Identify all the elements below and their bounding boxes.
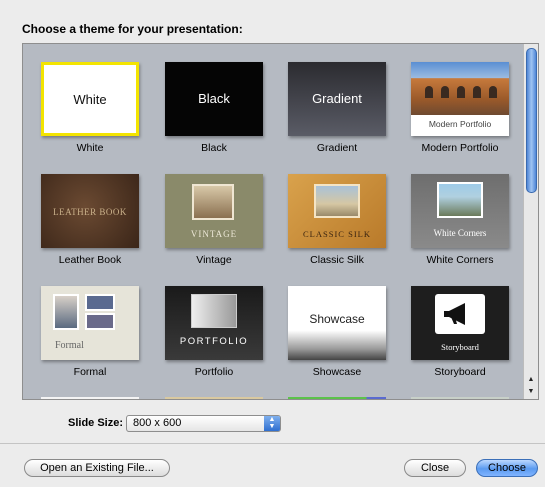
misty-photo [191, 294, 237, 328]
small-photo [85, 294, 115, 311]
theme-thumbnail-portfolio[interactable]: PORTFOLIO [165, 286, 263, 360]
scrollbar-thumb[interactable] [526, 48, 537, 193]
thumbnail-title: LEATHER BOOK [53, 207, 127, 217]
theme-thumbnail-partial[interactable] [41, 397, 139, 399]
theme-label-vintage[interactable]: Vintage [152, 254, 276, 266]
theme-label-classic-silk[interactable]: Classic Silk [275, 254, 399, 266]
wedding-photo [53, 294, 79, 330]
landscape-photo [314, 184, 360, 218]
thumbnail-title: Gradient [312, 91, 362, 106]
theme-thumbnail-showcase[interactable]: Showcase [288, 286, 386, 360]
theme-label-gradient[interactable]: Gradient [275, 142, 399, 154]
thumbnail-title: Modern Portfolio [428, 119, 492, 129]
theme-thumbnail-leather-book[interactable]: LEATHER BOOK [41, 174, 139, 248]
theme-thumbnail-storyboard[interactable]: Storyboard [411, 286, 509, 360]
vertical-scrollbar[interactable]: ▲ ▼ [523, 44, 538, 399]
divider [0, 443, 545, 444]
small-photo [85, 313, 115, 330]
thumbnail-title: Storyboard [441, 342, 479, 352]
theme-label-portfolio[interactable]: Portfolio [152, 366, 276, 378]
slide-size-select[interactable]: 800 x 600 ▲ ▼ [126, 415, 281, 432]
slide-size-value: 800 x 600 [133, 417, 182, 429]
theme-thumbnail-white-corners[interactable]: White Corners [411, 174, 509, 248]
theme-label-black[interactable]: Black [152, 142, 276, 154]
vintage-photo [192, 184, 234, 220]
theme-label-white[interactable]: White [28, 142, 152, 154]
thumbnail-title: PORTFOLIO [179, 336, 249, 347]
theme-thumbnail-partial[interactable] [411, 397, 509, 399]
theme-label-white-corners[interactable]: White Corners [398, 254, 522, 266]
megaphone-card [435, 294, 485, 334]
couple-photo [437, 182, 483, 218]
theme-label-modern-portfolio[interactable]: Modern Portfolio [398, 142, 522, 154]
thumbnail-title: VINTAGE [190, 229, 238, 239]
theme-thumbnail-classic-silk[interactable]: CLASSIC SILK [288, 174, 386, 248]
thumbnail-title: CLASSIC SILK [303, 229, 371, 239]
slide-size-label: Slide Size: [68, 417, 124, 429]
thumbnail-title: White Corners [433, 228, 487, 238]
theme-label-formal[interactable]: Formal [28, 366, 152, 378]
theme-thumbnail-modern-portfolio[interactable]: Modern Portfolio [411, 62, 509, 136]
open-existing-file-button[interactable]: Open an Existing File... [24, 459, 170, 477]
thumbnail-title: Showcase [309, 312, 365, 326]
theme-thumbnail-gradient[interactable]: Gradient [288, 62, 386, 136]
thumbnail-title: Formal [55, 340, 84, 351]
megaphone-icon [444, 303, 465, 325]
theme-thumbnail-white[interactable]: White [41, 62, 139, 136]
theme-browser: White White Black Black Gradient Gradien… [22, 43, 539, 400]
theme-label-storyboard[interactable]: Storyboard [398, 366, 522, 378]
scroll-down-arrow-icon[interactable]: ▼ [524, 385, 538, 398]
colosseum-photo [411, 62, 509, 115]
theme-thumbnail-formal[interactable]: Formal [41, 286, 139, 360]
close-button[interactable]: Close [404, 459, 466, 477]
choose-button[interactable]: Choose [476, 459, 538, 477]
theme-thumbnail-vintage[interactable]: VINTAGE [165, 174, 263, 248]
thumbnail-title: Black [198, 91, 230, 106]
select-arrows-icon: ▲ ▼ [264, 416, 280, 431]
dialog-heading: Choose a theme for your presentation: [22, 22, 243, 36]
theme-label-showcase[interactable]: Showcase [275, 366, 399, 378]
theme-thumbnail-partial[interactable] [165, 397, 263, 399]
theme-thumbnail-black[interactable]: Black [165, 62, 263, 136]
theme-thumbnail-partial[interactable] [288, 397, 386, 399]
thumbnail-title: White [73, 92, 107, 107]
theme-label-leather-book[interactable]: Leather Book [28, 254, 152, 266]
